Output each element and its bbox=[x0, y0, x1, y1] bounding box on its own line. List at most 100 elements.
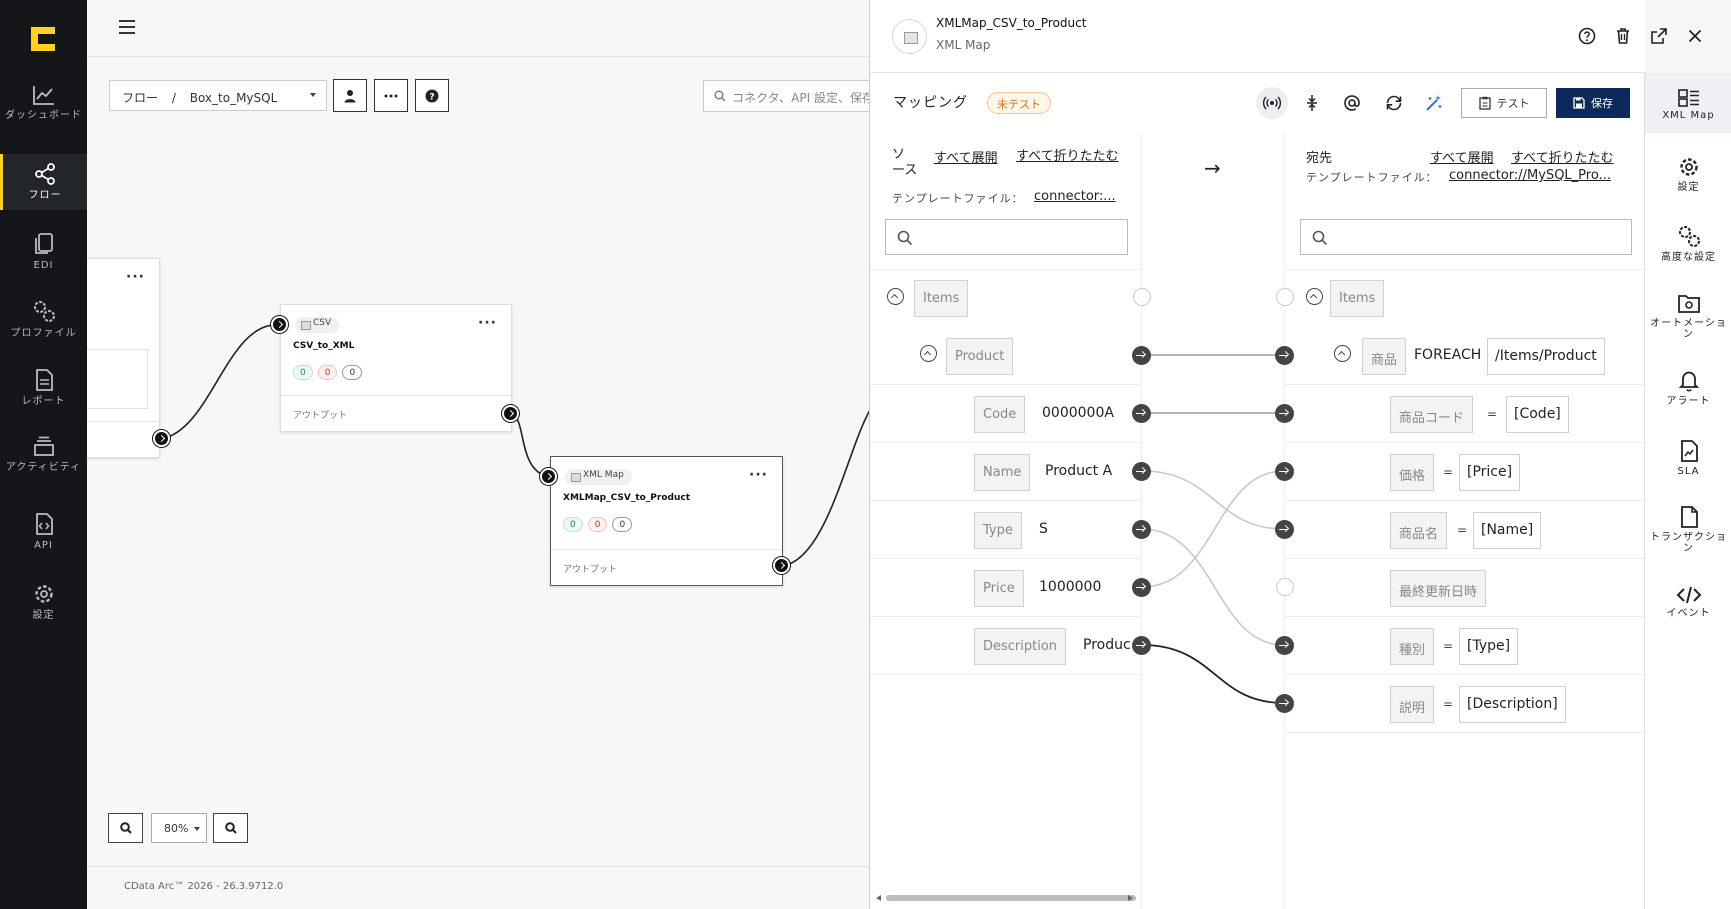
source-expand-all-link[interactable]: すべて展開 bbox=[934, 147, 998, 166]
error-count-badge[interactable]: 0 bbox=[587, 517, 608, 532]
source-field-price[interactable]: Price bbox=[974, 570, 1024, 607]
source-port-description[interactable] bbox=[1132, 636, 1151, 655]
collapse-dest-items-button[interactable] bbox=[1306, 288, 1323, 305]
more-options-button[interactable] bbox=[374, 79, 408, 112]
source-port-name[interactable] bbox=[1132, 462, 1151, 481]
source-collapse-all-link[interactable]: すべて折りたたむ bbox=[1016, 147, 1120, 167]
flow-node-partial[interactable]: ··· bbox=[87, 258, 161, 458]
nav-settings[interactable]: 設定 bbox=[0, 582, 87, 621]
rail-sla[interactable]: SLA bbox=[1645, 439, 1731, 477]
dest-field-name[interactable]: 商品名 bbox=[1390, 512, 1448, 549]
rail-alerts[interactable]: アラート bbox=[1645, 369, 1731, 407]
nav-edi[interactable]: EDI bbox=[0, 232, 87, 271]
scroll-right-arrow[interactable] bbox=[1128, 895, 1133, 901]
output-port[interactable] bbox=[502, 405, 519, 422]
nav-dashboard[interactable]: ダッシュボード bbox=[0, 84, 87, 121]
source-node-product[interactable]: Product bbox=[946, 338, 1014, 375]
compress-rows-button[interactable] bbox=[1296, 87, 1328, 119]
source-field-description[interactable]: Description bbox=[974, 628, 1067, 665]
live-preview-button[interactable] bbox=[1256, 87, 1288, 119]
dest-node-product[interactable]: 商品 bbox=[1362, 338, 1407, 375]
dest-expr-code[interactable]: [Code] bbox=[1506, 396, 1569, 433]
save-button[interactable]: 保存 bbox=[1556, 88, 1630, 118]
help-circle-icon[interactable] bbox=[1577, 26, 1597, 46]
help-button[interactable]: ? bbox=[415, 79, 449, 112]
trash-icon[interactable] bbox=[1613, 26, 1633, 46]
source-field-name[interactable]: Name bbox=[974, 454, 1031, 491]
kebab-menu-icon[interactable]: ··· bbox=[478, 315, 497, 331]
source-field-code[interactable]: Code bbox=[974, 396, 1026, 433]
breadcrumb-root[interactable]: フロー bbox=[122, 91, 158, 105]
input-port[interactable] bbox=[540, 468, 557, 485]
dest-expr-description[interactable]: [Description] bbox=[1459, 686, 1566, 723]
scroll-left-arrow[interactable] bbox=[876, 895, 881, 901]
zoom-out-button[interactable] bbox=[108, 813, 143, 843]
collapse-items-button[interactable] bbox=[887, 288, 904, 305]
dest-expr-price[interactable]: [Price] bbox=[1459, 454, 1521, 491]
refresh-button[interactable] bbox=[1378, 87, 1410, 119]
output-port[interactable] bbox=[153, 430, 170, 447]
source-port-type[interactable] bbox=[1132, 520, 1151, 539]
zoom-in-button[interactable] bbox=[213, 813, 248, 843]
source-port-price[interactable] bbox=[1132, 578, 1151, 597]
cdata-logo[interactable] bbox=[28, 24, 58, 54]
dest-port-type[interactable] bbox=[1275, 636, 1294, 655]
dest-field-description[interactable]: 説明 bbox=[1390, 686, 1435, 723]
source-node-items[interactable]: Items bbox=[914, 280, 969, 317]
pending-count-badge[interactable]: 0 bbox=[342, 365, 363, 380]
dest-port-items[interactable] bbox=[1276, 288, 1294, 306]
horizontal-scrollbar[interactable] bbox=[886, 895, 1136, 901]
source-field-type[interactable]: Type bbox=[974, 512, 1022, 549]
dest-expr-name[interactable]: [Name] bbox=[1473, 512, 1542, 549]
destination-search-input[interactable] bbox=[1300, 219, 1632, 255]
dest-field-last-updated[interactable]: 最終更新日時 bbox=[1390, 570, 1487, 607]
dest-port-description[interactable] bbox=[1275, 694, 1294, 713]
flow-node-xmlmap[interactable]: XML Map ··· XMLMap_CSV_to_Product 0 0 0 … bbox=[550, 456, 783, 586]
input-port[interactable] bbox=[271, 316, 288, 333]
rail-xml-map[interactable]: XML Map bbox=[1645, 73, 1731, 133]
dest-field-code[interactable]: 商品コード bbox=[1390, 396, 1474, 433]
flow-breadcrumb[interactable]: フロー / Box_to_MySQL bbox=[109, 80, 327, 111]
source-port-product[interactable] bbox=[1132, 346, 1151, 365]
nav-profile[interactable]: プロファイル bbox=[0, 298, 87, 339]
test-button[interactable]: テスト bbox=[1461, 88, 1547, 118]
source-port-items[interactable] bbox=[1133, 288, 1151, 306]
dest-expr-type[interactable]: [Type] bbox=[1459, 628, 1519, 665]
source-search-input[interactable] bbox=[885, 219, 1128, 255]
user-button[interactable] bbox=[333, 79, 367, 112]
dest-port-name[interactable] bbox=[1275, 520, 1294, 539]
flow-canvas[interactable]: フロー / Box_to_MySQL ? コネクタ、API 設定、保存 ··· … bbox=[87, 0, 870, 909]
error-count-badge[interactable]: 0 bbox=[317, 365, 338, 380]
dest-port-last-updated[interactable] bbox=[1276, 578, 1294, 596]
destination-expand-all-link[interactable]: すべて展開 bbox=[1430, 147, 1494, 166]
rail-automation[interactable]: オートメーション bbox=[1645, 293, 1731, 340]
nav-reports[interactable]: レポート bbox=[0, 368, 87, 407]
destination-collapse-all-link[interactable]: すべて折りたたむ bbox=[1511, 147, 1614, 166]
success-count-badge[interactable]: 0 bbox=[293, 365, 313, 380]
dest-port-product[interactable] bbox=[1275, 346, 1294, 365]
rail-settings[interactable]: 設定 bbox=[1645, 155, 1731, 193]
dest-field-type[interactable]: 種別 bbox=[1390, 628, 1435, 665]
hamburger-menu-icon[interactable] bbox=[119, 20, 135, 34]
nav-activity[interactable]: アクティビティ bbox=[0, 436, 87, 473]
dest-field-price[interactable]: 価格 bbox=[1390, 454, 1435, 491]
nav-flow[interactable]: フロー bbox=[0, 154, 87, 210]
success-count-badge[interactable]: 0 bbox=[563, 517, 583, 532]
rail-transactions[interactable]: トランザクション bbox=[1645, 505, 1731, 554]
rail-advanced-settings[interactable]: 高度な設定 bbox=[1645, 223, 1731, 263]
collapse-dest-product-button[interactable] bbox=[1334, 345, 1351, 362]
canvas-search-input[interactable]: コネクタ、API 設定、保存 bbox=[703, 80, 870, 112]
namespace-button[interactable] bbox=[1336, 87, 1368, 119]
dest-port-code[interactable] bbox=[1275, 404, 1294, 423]
kebab-menu-icon[interactable]: ··· bbox=[126, 269, 145, 285]
pending-count-badge[interactable]: 0 bbox=[612, 517, 633, 532]
dest-node-items[interactable]: Items bbox=[1330, 280, 1385, 317]
zoom-level-select[interactable]: 80% bbox=[151, 813, 207, 843]
auto-map-button[interactable] bbox=[1418, 87, 1450, 119]
kebab-menu-icon[interactable]: ··· bbox=[749, 467, 768, 483]
output-port[interactable] bbox=[773, 557, 790, 574]
dest-port-price[interactable] bbox=[1275, 462, 1294, 481]
nav-api[interactable]: API bbox=[0, 512, 87, 551]
flow-node-csv[interactable]: CSV ··· CSV_to_XML 0 0 0 アウトプット bbox=[280, 304, 512, 432]
source-template-link[interactable]: connector:... bbox=[1034, 189, 1116, 204]
